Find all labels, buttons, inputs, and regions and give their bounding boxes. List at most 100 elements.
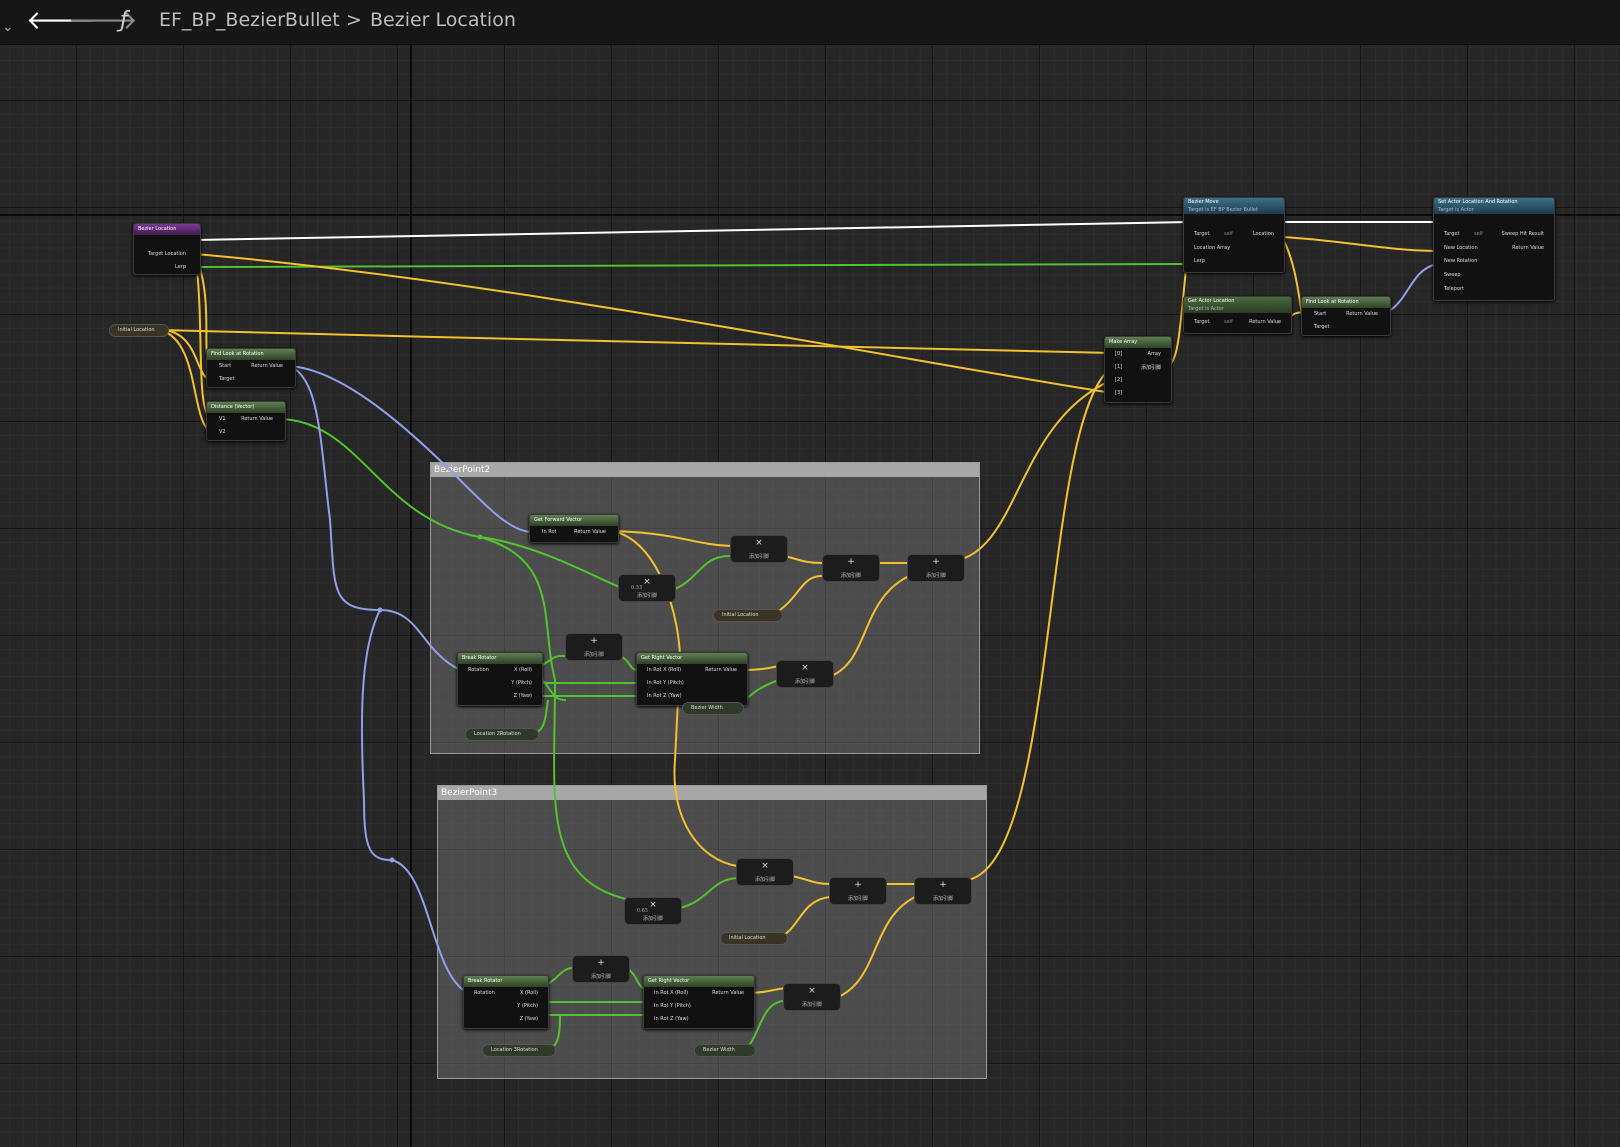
pin-target-location[interactable]: Target Location — [148, 251, 186, 258]
pin-in-rot-y[interactable]: In Rot Y (Pitch) — [647, 680, 684, 687]
chevron-down-icon[interactable]: ⌄ — [2, 12, 14, 42]
pin-lerp[interactable]: Lerp — [1194, 258, 1205, 265]
pin-in-rot-z[interactable]: In Rot Z (Yaw) — [647, 693, 682, 700]
add-node[interactable]: + 添加引脚 — [822, 554, 880, 582]
add-node[interactable]: + 添加引脚 — [914, 877, 972, 905]
pin-target[interactable]: Target — [219, 376, 234, 383]
multiply-node[interactable]: × 添加引脚 — [776, 660, 834, 688]
pin-sweep-hit-result[interactable]: Sweep Hit Result — [1502, 231, 1544, 238]
pin-in-rot-x[interactable]: In Rot X (Roll) — [647, 667, 681, 674]
add-pin-button[interactable]: 添加引脚 — [1141, 365, 1161, 372]
find-look-at-rotation-node[interactable]: Find Look at Rotation Start Target Retur… — [206, 348, 296, 388]
pin-sweep[interactable]: Sweep — [1444, 272, 1461, 279]
multiply-node[interactable]: × 添加引脚 0.33 — [618, 574, 676, 602]
get-forward-vector-node[interactable]: Get Forward Vector In Rot Return Value — [529, 514, 619, 543]
pin-new-rotation[interactable]: New Rotation — [1444, 258, 1477, 265]
pin-location[interactable]: Location — [1253, 231, 1274, 238]
get-right-vector-node[interactable]: Get Right Vector In Rot X (Roll) In Rot … — [643, 975, 755, 1029]
multiplier-value[interactable]: 0.33 — [631, 585, 642, 591]
set-actor-location-rotation-node[interactable]: Set Actor Location And Rotation Target is… — [1433, 197, 1555, 301]
add-pin-button[interactable]: 添加引脚 — [823, 572, 879, 579]
add-node[interactable]: + 添加引脚 — [907, 554, 965, 582]
add-pin-button[interactable]: 添加引脚 — [619, 592, 675, 599]
pin-0[interactable]: [0] — [1115, 351, 1122, 358]
bezier-width-getter[interactable]: Bezier Width — [694, 1044, 756, 1057]
pin-target[interactable]: Target — [1314, 324, 1329, 331]
add-pin-button[interactable]: 添加引脚 — [777, 678, 833, 685]
pin-return-value[interactable]: Return Value — [1512, 245, 1544, 252]
pin-location-array[interactable]: Location Array — [1194, 245, 1230, 252]
bezier-move-node[interactable]: Bezier Move Target is EF BP Bezier Bullet… — [1183, 197, 1285, 273]
vector-wire — [777, 896, 831, 939]
initial-location-getter[interactable]: Initial Location — [109, 324, 169, 337]
pin-in-rot-z[interactable]: In Rot Z (Yaw) — [654, 1016, 689, 1023]
location-2-rotation-getter[interactable]: Location 2Rotation — [465, 728, 539, 741]
add-pin-button[interactable]: 添加引脚 — [915, 895, 971, 902]
vector-wire — [159, 329, 212, 433]
pin-return-value[interactable]: Return Value — [1249, 319, 1281, 326]
pin-in-rot-x[interactable]: In Rot X (Roll) — [654, 990, 688, 997]
pin-start[interactable]: Start — [1314, 311, 1326, 318]
multiplier-value[interactable]: 0.65 — [637, 908, 648, 914]
function-entry-node[interactable]: Bezier Location Target Location Lerp — [133, 223, 201, 275]
pin-in-rot[interactable]: In Rot — [542, 529, 557, 536]
add-node[interactable]: + 添加引脚 — [829, 877, 887, 905]
pin-z-yaw[interactable]: Z (Yaw) — [520, 1016, 538, 1023]
get-actor-location-node[interactable]: Get Actor Location Target is Actor Target… — [1183, 296, 1292, 334]
add-node[interactable]: + 添加引脚 — [572, 955, 630, 983]
add-pin-button[interactable]: 添加引脚 — [625, 915, 681, 922]
pin-target[interactable]: Target — [1194, 319, 1209, 326]
pin-y-pitch[interactable]: Y (Pitch) — [517, 1003, 538, 1010]
pin-1[interactable]: [1] — [1115, 364, 1122, 371]
node-title: Set Actor Location And Rotation Target is… — [1434, 198, 1554, 214]
pin-v1[interactable]: V1 — [219, 416, 226, 423]
pin-array[interactable]: Array — [1148, 351, 1161, 358]
pin-x-roll[interactable]: X (Roll) — [520, 990, 538, 997]
add-pin-button[interactable]: 添加引脚 — [737, 876, 793, 883]
pin-return-value[interactable]: Return Value — [241, 416, 273, 423]
pin-3[interactable]: [3] — [1115, 390, 1122, 397]
pin-target[interactable]: Target — [1444, 231, 1459, 238]
location-3-rotation-getter[interactable]: Location 3Rotation — [482, 1044, 556, 1057]
pin-in-rot-y[interactable]: In Rot Y (Pitch) — [654, 1003, 691, 1010]
add-pin-button[interactable]: 添加引脚 — [573, 973, 629, 980]
pin-start[interactable]: Start — [219, 363, 231, 370]
multiply-node[interactable]: × 添加引脚 0.65 — [624, 897, 682, 925]
multiply-node[interactable]: × 添加引脚 — [730, 535, 788, 563]
get-right-vector-node[interactable]: Get Right Vector In Rot X (Roll) In Rot … — [636, 652, 748, 706]
initial-location-getter[interactable]: Initial Location — [720, 932, 788, 945]
pin-x-roll[interactable]: X (Roll) — [514, 667, 532, 674]
break-rotator-node[interactable]: Break Rotator Rotation X (Roll) Y (Pitch… — [457, 652, 543, 706]
break-rotator-node[interactable]: Break Rotator Rotation X (Roll) Y (Pitch… — [463, 975, 549, 1029]
pin-return-value[interactable]: Return Value — [574, 529, 606, 536]
pin-return-value[interactable]: Return Value — [1346, 311, 1378, 318]
add-pin-button[interactable]: 添加引脚 — [830, 895, 886, 902]
add-pin-button[interactable]: 添加引脚 — [731, 553, 787, 560]
distance-vector-node[interactable]: Distance (Vector) V1 V2 Return Value — [206, 401, 286, 441]
pin-return-value[interactable]: Return Value — [705, 667, 737, 674]
pin-new-location[interactable]: New Location — [1444, 245, 1478, 252]
pin-teleport[interactable]: Teleport — [1444, 286, 1464, 293]
make-array-node[interactable]: Make Array [0] [1] [2] [3] Array 添加引脚 — [1104, 336, 1172, 403]
pin-2[interactable]: [2] — [1115, 377, 1122, 384]
multiply-node[interactable]: × 添加引脚 — [783, 983, 841, 1011]
bezier-width-getter[interactable]: Bezier Width — [682, 702, 744, 715]
pin-return-value[interactable]: Return Value — [712, 990, 744, 997]
pin-y-pitch[interactable]: Y (Pitch) — [511, 680, 532, 687]
pin-z-yaw[interactable]: Z (Yaw) — [514, 693, 532, 700]
pin-lerp[interactable]: Lerp — [175, 264, 186, 271]
initial-location-getter[interactable]: Initial Location — [713, 609, 783, 622]
pin-v2[interactable]: V2 — [219, 429, 226, 436]
pin-rotation[interactable]: Rotation — [468, 667, 489, 674]
pin-return-value[interactable]: Return Value — [251, 363, 283, 370]
add-node[interactable]: + 添加引脚 — [565, 633, 623, 661]
node-title: Break Rotator — [458, 653, 542, 664]
multiply-node[interactable]: × 添加引脚 — [736, 858, 794, 886]
add-pin-button[interactable]: 添加引脚 — [908, 572, 964, 579]
add-pin-button[interactable]: 添加引脚 — [566, 651, 622, 658]
pin-target[interactable]: Target — [1194, 231, 1209, 238]
breadcrumb-blueprint[interactable]: EF_BP_BezierBullet — [159, 9, 340, 31]
find-look-at-rotation-node[interactable]: Find Look at Rotation Start Target Retur… — [1301, 296, 1391, 336]
add-pin-button[interactable]: 添加引脚 — [784, 1001, 840, 1008]
pin-rotation[interactable]: Rotation — [474, 990, 495, 997]
